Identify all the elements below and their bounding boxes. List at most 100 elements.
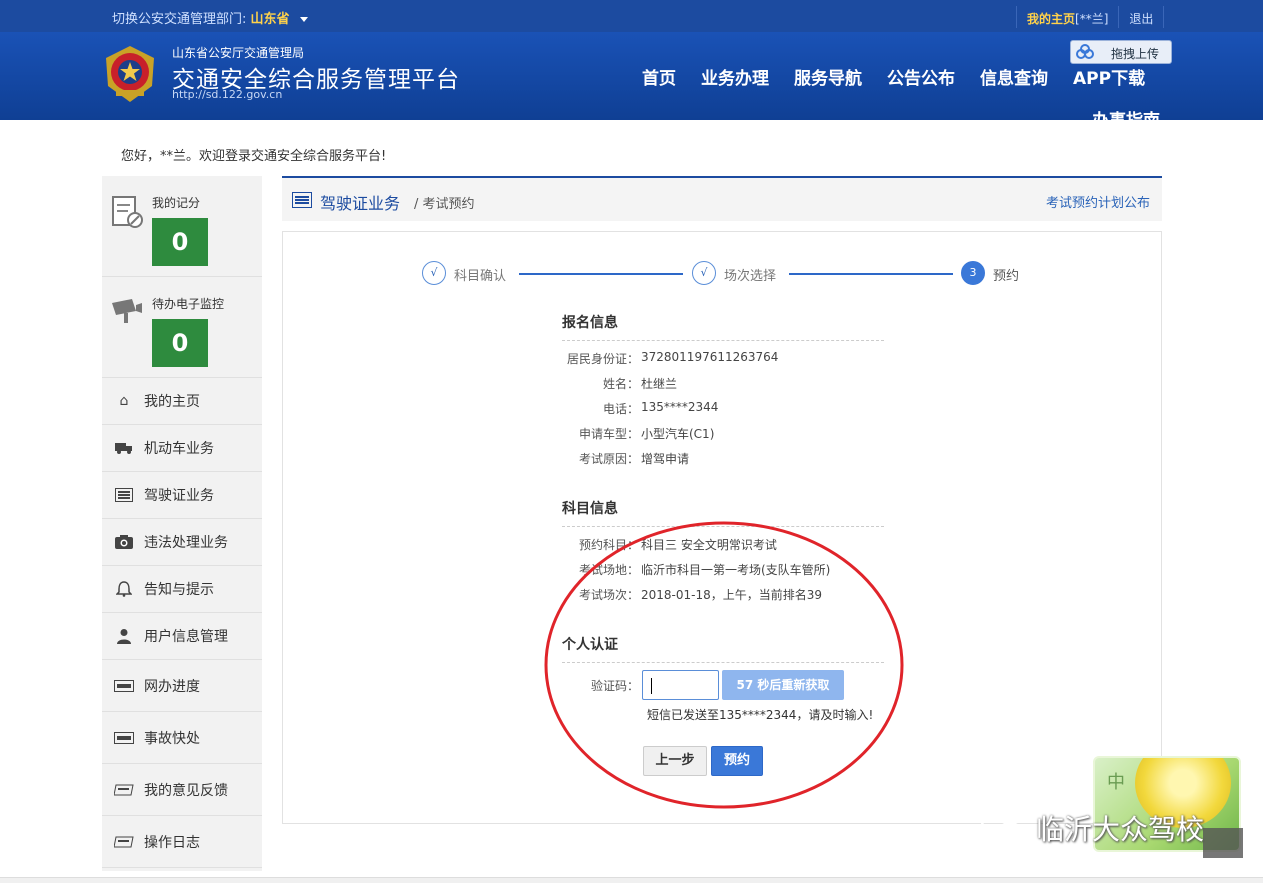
info-row: 申请车型： 小型汽车(C1) bbox=[562, 425, 884, 441]
step-1-check-icon: √ bbox=[422, 261, 446, 285]
my-home-link[interactable]: 我的主页[**兰] bbox=[1016, 6, 1118, 28]
logout-link[interactable]: 退出 bbox=[1118, 6, 1165, 28]
field-value: 增驾申请 bbox=[641, 452, 690, 466]
drag-upload-button[interactable]: 拖拽上传 bbox=[1070, 40, 1172, 64]
field-label: 姓名： bbox=[602, 377, 639, 391]
field-value: 杜继兰 bbox=[641, 377, 678, 391]
province-name: 山东省 bbox=[250, 12, 290, 27]
watermark-text: 临沂大众驾校 bbox=[1036, 813, 1205, 846]
user-icon bbox=[114, 628, 134, 644]
home-icon: ⌂ bbox=[119, 393, 129, 409]
main-nav: 首页 业务办理 服务导航 公告公布 信息查询 APP下载 bbox=[642, 64, 1170, 89]
monitor-widget[interactable]: 待办电子监控 0 bbox=[102, 277, 262, 378]
sidebar-item-label: 我的意见反馈 bbox=[144, 782, 228, 799]
sidebar-item-label: 机动车业务 bbox=[144, 441, 214, 457]
sidebar: 我的记分 0 待办电子监控 0 ⌂ 我的主页 机动车业务 驾驶证业务 违法处理业… bbox=[102, 176, 262, 871]
step-3-label: 预约 bbox=[993, 269, 1020, 284]
sidebar-item-vehicle[interactable]: 机动车业务 bbox=[102, 425, 262, 472]
camera-monitor-icon bbox=[112, 299, 142, 323]
log-icon bbox=[114, 834, 134, 850]
nav-business[interactable]: 业务办理 bbox=[701, 64, 769, 89]
step-indicator: √ 科目确认 √ 场次选择 3 预约 bbox=[283, 232, 1163, 312]
sidebar-item-label: 网办进度 bbox=[144, 678, 200, 695]
list-icon bbox=[292, 192, 312, 208]
sidebar-item-label: 事故快处 bbox=[144, 730, 200, 747]
sidebar-item-violation[interactable]: 违法处理业务 bbox=[102, 519, 262, 566]
user-links: 我的主页[**兰] 退出 bbox=[1016, 6, 1165, 28]
list-icon bbox=[114, 487, 134, 503]
progress-icon bbox=[114, 678, 134, 694]
monitor-label: 待办电子监控 bbox=[152, 297, 225, 311]
step-1-label: 科目确认 bbox=[454, 269, 507, 284]
score-value: 0 bbox=[152, 218, 208, 266]
info-row: 姓名： 杜继兰 bbox=[562, 375, 884, 391]
watermark-badge-text: 中 bbox=[1107, 772, 1125, 793]
exam-plan-link[interactable]: 考试预约计划公布 bbox=[1046, 192, 1150, 211]
sidebar-item-accident[interactable]: 事故快处 bbox=[102, 712, 262, 764]
step-connector bbox=[519, 273, 683, 275]
sidebar-item-feedback[interactable]: 我的意见反馈 bbox=[102, 764, 262, 816]
nav-app-download[interactable]: APP下载 bbox=[1073, 64, 1145, 89]
sidebar-item-user-info[interactable]: 用户信息管理 bbox=[102, 613, 262, 660]
nav-guide[interactable]: 办事指南 bbox=[1092, 106, 1160, 120]
sidebar-item-label: 操作日志 bbox=[144, 834, 200, 851]
step-3-number: 3 bbox=[961, 261, 985, 285]
info-row: 电话： 135****2344 bbox=[562, 400, 884, 416]
cloud-icon bbox=[1076, 44, 1094, 59]
my-home-label: 我的主页 bbox=[1027, 12, 1076, 26]
field-label: 申请车型： bbox=[578, 427, 639, 441]
site-url: http://sd.122.gov.cn bbox=[172, 88, 283, 101]
red-highlight-circle bbox=[544, 521, 904, 809]
sidebar-item-home[interactable]: ⌂ 我的主页 bbox=[102, 378, 262, 425]
caret-down-icon bbox=[299, 17, 308, 22]
bell-icon bbox=[114, 581, 134, 597]
back-to-top-button[interactable] bbox=[1203, 828, 1243, 858]
department-switcher[interactable]: 切换公安交通管理部门: 山东省 bbox=[112, 8, 308, 27]
score-widget[interactable]: 我的记分 0 bbox=[102, 176, 262, 277]
nav-service-guide[interactable]: 服务导航 bbox=[794, 64, 862, 89]
camera-icon bbox=[114, 534, 134, 550]
field-label: 居民身份证： bbox=[566, 352, 639, 366]
step-connector bbox=[789, 273, 953, 275]
nav-announcements[interactable]: 公告公布 bbox=[887, 64, 955, 89]
registration-title: 报名信息 bbox=[562, 312, 884, 341]
sidebar-item-log[interactable]: 操作日志 bbox=[102, 816, 262, 868]
monitor-value: 0 bbox=[152, 319, 208, 367]
org-name: 山东省公安厅交通管理局 bbox=[172, 46, 305, 60]
sidebar-item-label: 告知与提示 bbox=[144, 582, 214, 598]
welcome-message: 您好，**兰。欢迎登录交通安全综合服务平台! bbox=[121, 149, 387, 164]
field-value: 372801197611263764 bbox=[641, 350, 779, 364]
field-label: 电话： bbox=[602, 402, 639, 416]
upload-label: 拖拽上传 bbox=[1111, 47, 1160, 61]
field-label: 考试原因： bbox=[578, 452, 639, 466]
switch-label: 切换公安交通管理部门: bbox=[112, 12, 247, 27]
sidebar-item-label: 驾驶证业务 bbox=[144, 488, 214, 504]
field-value: 135****2344 bbox=[641, 400, 719, 414]
step-2-label: 场次选择 bbox=[724, 269, 777, 284]
sidebar-item-label: 违法处理业务 bbox=[144, 535, 228, 551]
breadcrumb-current: / 考试预约 bbox=[414, 197, 475, 212]
document-pen-icon bbox=[112, 196, 143, 228]
nav-home[interactable]: 首页 bbox=[642, 64, 676, 89]
user-tag: [**兰] bbox=[1075, 12, 1109, 26]
sidebar-item-label: 用户信息管理 bbox=[144, 629, 228, 645]
sidebar-item-progress[interactable]: 网办进度 bbox=[102, 660, 262, 712]
top-bar: 切换公安交通管理部门: 山东省 我的主页[**兰] 退出 bbox=[0, 0, 1263, 32]
police-emblem-logo bbox=[106, 46, 154, 102]
bottom-border bbox=[0, 877, 1263, 883]
nav-info-query[interactable]: 信息查询 bbox=[980, 64, 1048, 89]
sidebar-item-label: 我的主页 bbox=[144, 394, 200, 410]
site-header: 山东省公安厅交通管理局 交通安全综合服务管理平台 http://sd.122.g… bbox=[0, 32, 1263, 120]
sidebar-item-notice[interactable]: 告知与提示 bbox=[102, 566, 262, 613]
registration-section: 报名信息 居民身份证： 372801197611263764 姓名： 杜继兰 电话：… bbox=[562, 312, 884, 466]
step-2-check-icon: √ bbox=[692, 261, 716, 285]
breadcrumb-main[interactable]: 驾驶证业务 bbox=[320, 190, 400, 214]
truck-icon bbox=[114, 440, 134, 456]
sidebar-item-license[interactable]: 驾驶证业务 bbox=[102, 472, 262, 519]
info-row: 考试原因： 增驾申请 bbox=[562, 450, 884, 466]
breadcrumb: 驾驶证业务 / 考试预约 考试预约计划公布 bbox=[282, 176, 1162, 221]
feedback-icon bbox=[114, 782, 134, 798]
wechat-icon bbox=[980, 813, 1023, 843]
accident-icon bbox=[114, 730, 134, 746]
score-label: 我的记分 bbox=[152, 196, 201, 210]
